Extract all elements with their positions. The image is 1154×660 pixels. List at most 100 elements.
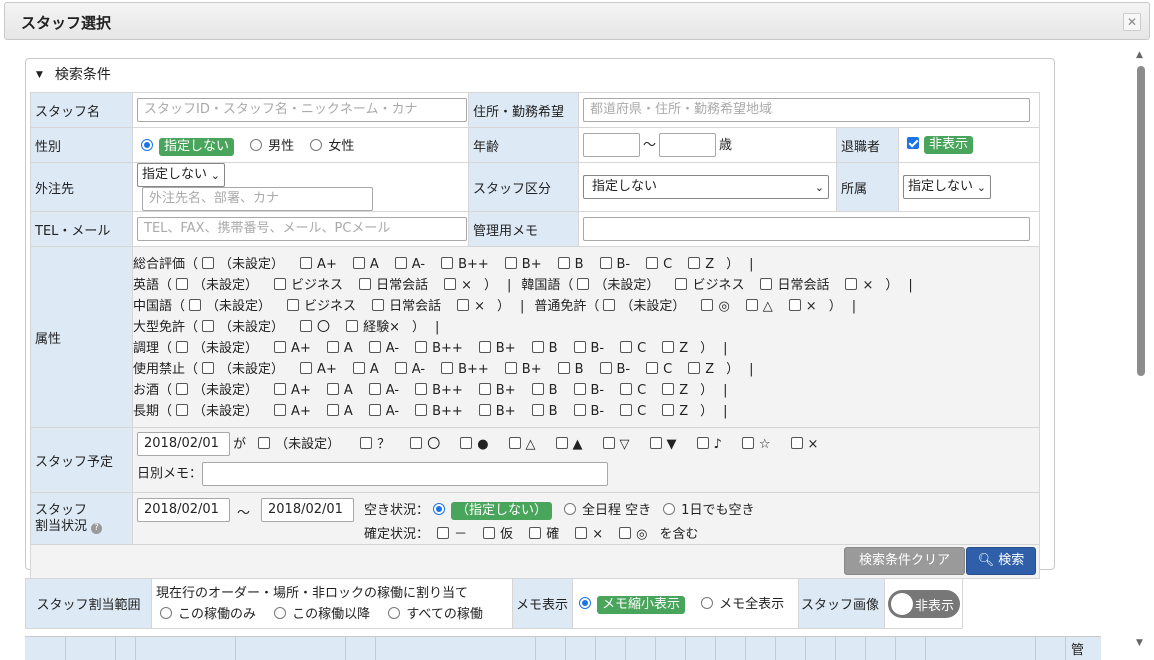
attribute-option[interactable]: （未設定）: [193, 404, 258, 419]
attribute-option[interactable]: （未設定）: [620, 299, 685, 314]
vacancy-option-none[interactable]: （指定しない）: [451, 502, 553, 520]
attribute-checkbox[interactable]: [300, 257, 313, 269]
attribute-checkbox[interactable]: [599, 257, 612, 269]
attribute-checkbox[interactable]: [688, 257, 701, 269]
attribute-checkbox[interactable]: [372, 299, 385, 311]
attribute-checkbox[interactable]: [394, 257, 407, 269]
attribute-checkbox[interactable]: [478, 383, 491, 395]
scrollbar-thumb[interactable]: [1137, 66, 1145, 376]
attribute-option[interactable]: A-: [386, 383, 399, 398]
attribute-option[interactable]: A-: [412, 257, 425, 272]
attribute-option[interactable]: B-: [617, 257, 631, 272]
schedule-checkbox[interactable]: [410, 436, 423, 449]
attribute-option[interactable]: B+: [522, 257, 542, 272]
retired-checkbox[interactable]: [907, 137, 919, 149]
attribute-checkbox[interactable]: [444, 278, 457, 290]
daily-memo-input[interactable]: [202, 462, 609, 486]
attribute-checkbox[interactable]: [441, 362, 454, 374]
memo-radio-compact[interactable]: [579, 597, 591, 609]
memo-radio-full[interactable]: [701, 597, 714, 609]
range-option-this[interactable]: この稼働のみ: [178, 607, 256, 622]
memo-input[interactable]: [583, 217, 1030, 241]
attribute-option[interactable]: ビジネス: [692, 278, 744, 293]
attribute-checkbox[interactable]: [176, 404, 189, 416]
attribute-option[interactable]: B: [549, 404, 558, 419]
gender-radio-female[interactable]: [310, 138, 323, 151]
attribute-checkbox[interactable]: [202, 257, 215, 269]
attribute-option[interactable]: ×: [461, 278, 472, 293]
attribute-checkbox[interactable]: [531, 383, 544, 395]
search-button[interactable]: 🔍︎ 検索: [966, 547, 1036, 575]
attribute-option[interactable]: A: [344, 404, 353, 419]
attribute-checkbox[interactable]: [457, 299, 470, 311]
attribute-option[interactable]: B: [549, 341, 558, 356]
gender-option-none[interactable]: 指定しない: [159, 137, 235, 156]
attribute-checkbox[interactable]: [557, 362, 570, 374]
address-input[interactable]: 都道府県・住所・勤務希望地域: [583, 98, 1030, 122]
attribute-checkbox[interactable]: [274, 278, 287, 290]
attribute-checkbox[interactable]: [662, 341, 675, 353]
age-to-input[interactable]: [659, 133, 717, 157]
attribute-option[interactable]: B+: [496, 404, 516, 419]
attribute-checkbox[interactable]: [573, 383, 586, 395]
attribute-option[interactable]: （未設定）: [219, 257, 284, 272]
vacancy-radio-any[interactable]: [663, 503, 676, 515]
attribute-option[interactable]: B++: [432, 404, 463, 419]
attribute-checkbox[interactable]: [352, 257, 365, 269]
attribute-option[interactable]: ◎: [718, 299, 729, 314]
attribute-option[interactable]: B: [549, 383, 558, 398]
schedule-option[interactable]: ×: [808, 437, 819, 452]
staff-name-input[interactable]: スタッフID・スタッフ名・ニックネーム・カナ: [137, 98, 467, 122]
attribute-option[interactable]: （未設定）: [219, 320, 284, 335]
attribute-checkbox[interactable]: [359, 278, 372, 290]
attribute-option[interactable]: B++: [458, 257, 489, 272]
attribute-checkbox[interactable]: [646, 257, 659, 269]
attribute-option[interactable]: B-: [591, 341, 605, 356]
vacancy-option-any[interactable]: 1日でも空き: [681, 503, 754, 518]
attribute-option[interactable]: B++: [458, 362, 489, 377]
attribute-checkbox[interactable]: [176, 383, 189, 395]
attribute-option[interactable]: B+: [496, 341, 516, 356]
attribute-option[interactable]: A: [370, 257, 379, 272]
attribute-checkbox[interactable]: [346, 320, 359, 332]
confirm-checkbox[interactable]: [529, 527, 542, 539]
attribute-option[interactable]: ビジネス: [291, 278, 343, 293]
attribute-option[interactable]: B-: [591, 404, 605, 419]
attribute-checkbox[interactable]: [599, 362, 612, 374]
attribute-option[interactable]: B++: [432, 383, 463, 398]
attribute-option[interactable]: Z: [705, 362, 714, 377]
attribute-option[interactable]: C: [637, 341, 646, 356]
attribute-checkbox[interactable]: [577, 278, 590, 290]
attribute-checkbox[interactable]: [620, 404, 633, 416]
attribute-option[interactable]: Z: [679, 404, 688, 419]
schedule-option[interactable]: ▽: [620, 437, 630, 452]
attribute-checkbox[interactable]: [274, 383, 287, 395]
schedule-checkbox[interactable]: [790, 436, 803, 449]
attribute-option[interactable]: 日常会話: [777, 278, 829, 293]
schedule-checkbox[interactable]: [696, 436, 709, 449]
attribute-option[interactable]: A+: [291, 341, 311, 356]
attribute-option[interactable]: A+: [317, 257, 337, 272]
attribute-checkbox[interactable]: [300, 320, 313, 332]
affiliation-select[interactable]: 指定しない ⌄: [903, 175, 991, 199]
image-toggle[interactable]: 非表示: [888, 589, 960, 618]
schedule-option[interactable]: △: [526, 437, 536, 452]
schedule-checkbox[interactable]: [360, 436, 373, 449]
vacancy-radio-none[interactable]: [433, 503, 446, 515]
attribute-checkbox[interactable]: [300, 362, 313, 374]
attribute-checkbox[interactable]: [394, 362, 407, 374]
memo-option-full[interactable]: メモ全表示: [719, 597, 784, 612]
contact-input[interactable]: TEL、FAX、携帯番号、メール、PCメール: [137, 217, 467, 241]
attribute-option[interactable]: ×: [474, 299, 485, 314]
attribute-option[interactable]: 日常会話: [376, 278, 428, 293]
confirm-checkbox[interactable]: [483, 527, 496, 539]
attribute-option[interactable]: ビジネス: [304, 299, 356, 314]
assignment-date-from[interactable]: 2018/02/01: [137, 498, 230, 522]
attribute-checkbox[interactable]: [326, 341, 339, 353]
attribute-option[interactable]: Z: [705, 257, 714, 272]
attribute-option[interactable]: B++: [432, 341, 463, 356]
scrollbar[interactable]: ▲ ▼: [1134, 48, 1148, 660]
attribute-option[interactable]: B+: [496, 383, 516, 398]
confirm-option[interactable]: 確: [546, 527, 559, 542]
attribute-option[interactable]: C: [637, 383, 646, 398]
